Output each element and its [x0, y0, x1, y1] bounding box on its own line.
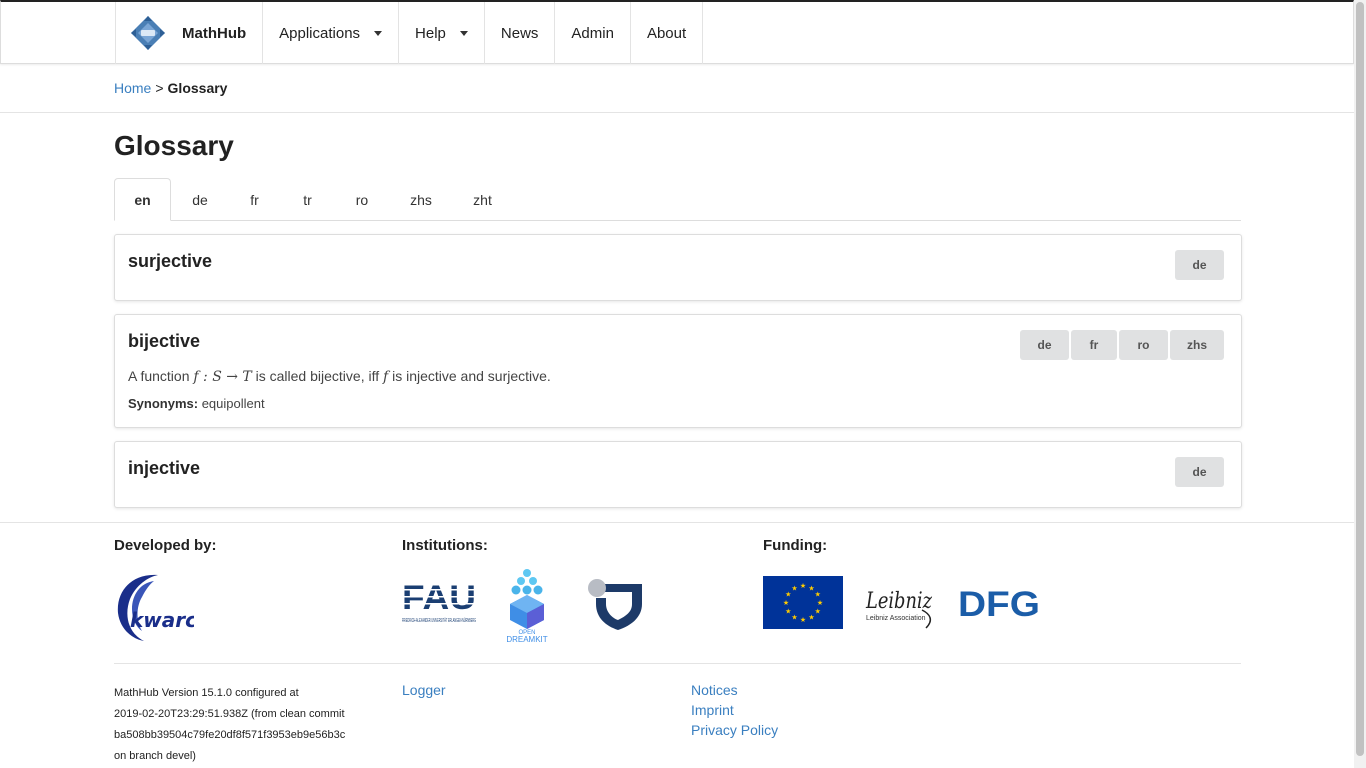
eu-star-icon: ★: [791, 614, 797, 622]
definition-text: is called bijective, iff: [255, 368, 380, 384]
fau-logo-subtext: FRIEDRICH-ALEXANDER UNIVERSITÄT ERLANGEN…: [402, 617, 476, 624]
tab-zht[interactable]: zht: [453, 178, 512, 221]
tab-zhs[interactable]: zhs: [389, 178, 453, 221]
entry-title: bijective: [128, 331, 201, 351]
eu-star-icon: ★: [815, 591, 821, 599]
eu-star-icon: ★: [808, 614, 814, 622]
nav-news-link[interactable]: News: [483, 2, 555, 64]
kwarc-logo-text: kwarc: [130, 608, 194, 632]
eu-star-icon: ★: [783, 599, 789, 607]
nav-help-label: Help: [415, 24, 446, 42]
definition-text: is injective and surjective.: [392, 368, 551, 384]
mathhub-logo-icon: [130, 15, 166, 51]
kwarc-logo[interactable]: kwarc: [114, 569, 197, 643]
lang-button-de[interactable]: de: [1175, 250, 1224, 280]
fau-logo[interactable]: FAU FRIEDRICH-ALEXANDER UNIVERSITÄT ERLA…: [402, 579, 478, 636]
institutions-heading: Institutions:: [402, 537, 488, 554]
dfg-logo[interactable]: DFG: [958, 585, 1042, 624]
shield-logo[interactable]: [586, 578, 646, 632]
breadcrumb-separator: >: [155, 80, 164, 96]
dfg-logo-text: DFG: [958, 586, 1040, 620]
nav-applications-menu[interactable]: Applications: [262, 2, 398, 64]
lang-button-de[interactable]: de: [1020, 330, 1069, 360]
developed-by-heading: Developed by:: [114, 537, 217, 554]
synonyms-label: Synonyms:: [128, 396, 199, 411]
logger-link[interactable]: Logger: [402, 682, 446, 698]
fau-logo-text: FAU: [402, 580, 476, 617]
caret-down-icon: [459, 30, 468, 36]
eu-flag-logo[interactable]: ★ ★ ★ ★ ★ ★ ★ ★ ★ ★ ★ ★: [763, 576, 843, 629]
language-tabs: en de fr tr ro zhs zht: [114, 178, 1241, 221]
funding-heading: Funding:: [763, 537, 828, 554]
glossary-entry-injective: injective de: [114, 441, 1242, 508]
synonyms-value: equipollent: [201, 396, 265, 411]
leibniz-association-text: Leibniz Association: [866, 615, 926, 622]
nav-applications-label: Applications: [279, 24, 361, 42]
nav-help-menu[interactable]: Help: [398, 2, 484, 64]
divider: [0, 112, 1354, 113]
entry-language-buttons: de fr ro zhs: [1020, 330, 1224, 360]
eu-star-icon: ★: [785, 608, 791, 616]
math-formula: f : S → T: [193, 369, 252, 385]
privacy-policy-link[interactable]: Privacy Policy: [691, 722, 778, 738]
imprint-link[interactable]: Imprint: [691, 702, 734, 718]
entry-language-buttons: de: [1175, 250, 1224, 280]
math-formula: f: [383, 369, 389, 385]
version-info: MathHub Version 15.1.0 configured at 201…: [114, 683, 374, 767]
opendreamkit-logo[interactable]: OPEN DREAMKIT: [498, 568, 556, 646]
breadcrumb: Home > Glossary: [114, 80, 227, 96]
eu-star-icon: ★: [791, 584, 797, 592]
version-line: 2019-02-20T23:29:51.938Z (from clean com…: [114, 708, 345, 720]
lang-button-zhs[interactable]: zhs: [1170, 330, 1224, 360]
tab-de[interactable]: de: [171, 178, 229, 221]
footer-divider: [0, 522, 1354, 523]
tab-ro[interactable]: ro: [335, 178, 389, 221]
page-scrollbar[interactable]: [1354, 0, 1366, 768]
eu-star-icon: ★: [815, 608, 821, 616]
lang-button-fr[interactable]: fr: [1071, 330, 1117, 360]
glossary-entry-bijective: bijective de fr ro zhs A function f : S …: [114, 314, 1242, 428]
nav-admin-link[interactable]: Admin: [554, 2, 630, 64]
entry-language-buttons: de: [1175, 457, 1224, 487]
tab-fr[interactable]: fr: [229, 178, 280, 221]
entry-title: injective: [128, 458, 201, 478]
definition-text: A function: [128, 368, 190, 384]
breadcrumb-home-link[interactable]: Home: [114, 80, 151, 96]
eu-star-icon: ★: [817, 599, 823, 607]
notices-link[interactable]: Notices: [691, 682, 738, 698]
breadcrumb-current: Glossary: [167, 80, 228, 96]
version-line: on branch devel): [114, 750, 196, 762]
nav-admin-label: Admin: [571, 24, 614, 42]
brand-name: MathHub: [182, 24, 247, 42]
version-line: ba508bb39504c79fe20df8f571f3953eb9e56b3c: [114, 729, 346, 741]
version-line: MathHub Version 15.1.0 configured at: [114, 687, 299, 699]
tab-tr[interactable]: tr: [280, 178, 335, 221]
leibniz-logo[interactable]: Leibniz Leibniz Association: [864, 572, 940, 632]
footer-divider: [114, 663, 1241, 664]
nav-about-link[interactable]: About: [629, 2, 704, 64]
nav-news-label: News: [500, 24, 539, 42]
entry-definition: A function f : S → T is called bijective…: [128, 368, 551, 385]
brand-link[interactable]: MathHub: [115, 2, 262, 64]
caret-down-icon: [374, 30, 383, 36]
eu-star-icon: ★: [800, 616, 806, 624]
nav-menu: MathHub Applications Help News Admin Abo…: [115, 2, 704, 64]
entry-title: surjective: [128, 251, 213, 271]
top-navbar: MathHub Applications Help News Admin Abo…: [0, 0, 1354, 64]
tab-en[interactable]: en: [114, 178, 171, 221]
lang-button-ro[interactable]: ro: [1119, 330, 1168, 360]
scrollbar-thumb[interactable]: [1356, 2, 1364, 756]
glossary-entry-surjective: surjective de: [114, 234, 1242, 301]
opendreamkit-logo-text: DREAMKIT: [506, 635, 547, 644]
nav-about-label: About: [646, 24, 687, 42]
eu-star-icon: ★: [800, 582, 806, 590]
page-title: Glossary: [114, 130, 234, 161]
lang-button-de[interactable]: de: [1175, 457, 1224, 487]
entry-synonyms: Synonyms: equipollent: [128, 396, 265, 411]
